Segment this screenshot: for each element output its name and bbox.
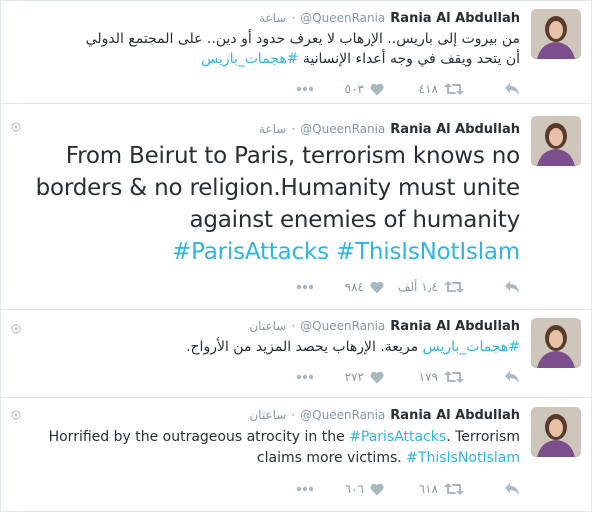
retweet-icon bbox=[444, 281, 464, 293]
conversation-dot-icon bbox=[11, 324, 21, 334]
user-handle[interactable]: @QueenRania bbox=[300, 11, 385, 25]
like-count: ٢٧٢ bbox=[344, 370, 364, 384]
separator-dot: · bbox=[291, 408, 296, 422]
tweet[interactable]: Rania Al Abdullah @QueenRania · ساعة من … bbox=[0, 0, 592, 104]
tweet-text: من بيروت إلى باريس.. الإرهاب لا يعرف حدو… bbox=[86, 29, 520, 69]
avatar[interactable] bbox=[531, 9, 581, 59]
tweet-header: Rania Al Abdullah @QueenRania · ساعتان bbox=[249, 406, 520, 424]
retweet-button[interactable]: ١٧٩ bbox=[384, 370, 464, 384]
separator-dot: · bbox=[291, 319, 296, 333]
reply-icon bbox=[505, 83, 519, 95]
more-button[interactable] bbox=[284, 86, 314, 92]
reply-icon bbox=[505, 281, 519, 293]
more-icon bbox=[296, 284, 314, 290]
hashtag-link[interactable]: #ParisAttacks bbox=[349, 429, 446, 445]
conversation-dot-icon bbox=[11, 410, 21, 420]
user-handle[interactable]: @QueenRania bbox=[300, 408, 385, 422]
user-handle[interactable]: @QueenRania bbox=[300, 122, 385, 136]
display-name[interactable]: Rania Al Abdullah bbox=[390, 319, 520, 334]
reply-icon bbox=[505, 371, 519, 383]
reply-button[interactable] bbox=[464, 280, 520, 294]
retweet-icon bbox=[444, 83, 464, 95]
separator-dot: · bbox=[291, 11, 296, 25]
reply-button[interactable] bbox=[464, 82, 520, 96]
like-button[interactable]: ٦٠٦ bbox=[314, 482, 384, 496]
reply-button[interactable] bbox=[464, 370, 520, 384]
timestamp[interactable]: ساعتان bbox=[249, 319, 286, 333]
tweet-actions: ٤١٨ ٥٠٣ bbox=[284, 80, 520, 98]
reply-button[interactable] bbox=[464, 482, 520, 496]
avatar-image bbox=[531, 116, 581, 166]
tweet-header: Rania Al Abdullah @QueenRania · ساعة bbox=[259, 9, 520, 27]
display-name[interactable]: Rania Al Abdullah bbox=[390, 408, 520, 423]
timestamp[interactable]: ساعتان bbox=[249, 408, 286, 422]
timestamp[interactable]: ساعة bbox=[259, 11, 286, 25]
tweet-text-line: against enemies of humanity bbox=[189, 207, 520, 233]
retweet-button[interactable]: ٦١٨ bbox=[384, 482, 464, 496]
tweet-text: #هجمات_باريس مريعة. الإرهاب يحصد المزيد … bbox=[186, 337, 520, 357]
tweet[interactable]: Rania Al Abdullah @QueenRania · ساعة Fro… bbox=[0, 104, 592, 310]
tweet-text-line: claims more victims. #ThisIsNotIslam bbox=[256, 450, 520, 466]
like-count: ٩٨٤ bbox=[344, 280, 364, 294]
tweet-text-line: Horrified by the outrageous atrocity in … bbox=[48, 429, 520, 445]
like-count: ٦٠٦ bbox=[344, 482, 364, 496]
more-button[interactable] bbox=[284, 486, 314, 492]
tweet-text-line: From Beirut to Paris, terrorism knows no bbox=[65, 143, 520, 169]
avatar[interactable] bbox=[531, 407, 581, 457]
tweet-text-line: من بيروت إلى باريس.. الإرهاب لا يعرف حدو… bbox=[85, 31, 520, 47]
display-name[interactable]: Rania Al Abdullah bbox=[390, 122, 520, 137]
hashtag-link[interactable]: #هجمات_باريس bbox=[423, 339, 520, 355]
timestamp[interactable]: ساعة bbox=[259, 122, 286, 136]
display-name[interactable]: Rania Al Abdullah bbox=[390, 11, 520, 26]
like-button[interactable]: ٢٧٢ bbox=[314, 370, 384, 384]
more-icon bbox=[296, 486, 314, 492]
avatar[interactable] bbox=[531, 318, 581, 368]
avatar-image bbox=[531, 407, 581, 457]
tweet-text-line: borders & no religion.Humanity must unit… bbox=[35, 175, 521, 201]
tweet-actions: ١٧٩ ٢٧٢ bbox=[284, 368, 520, 386]
user-handle[interactable]: @QueenRania bbox=[300, 319, 385, 333]
avatar[interactable] bbox=[531, 116, 581, 166]
heart-icon bbox=[370, 83, 384, 95]
hashtag-link[interactable]: #هجمات_باريس bbox=[201, 51, 298, 67]
retweet-count: ٤١٨ bbox=[418, 82, 438, 96]
retweet-count: ٦١٨ bbox=[418, 482, 438, 496]
heart-icon bbox=[370, 371, 384, 383]
retweet-button[interactable]: ١٫٤ ألف bbox=[384, 280, 464, 294]
heart-icon bbox=[370, 281, 384, 293]
more-button[interactable] bbox=[284, 284, 314, 290]
like-button[interactable]: ٥٠٣ bbox=[314, 82, 384, 96]
more-icon bbox=[296, 374, 314, 380]
retweet-icon bbox=[444, 371, 464, 383]
tweet-header: Rania Al Abdullah @QueenRania · ساعتان bbox=[249, 317, 520, 335]
tweet-header: Rania Al Abdullah @QueenRania · ساعة bbox=[259, 120, 520, 138]
like-count: ٥٠٣ bbox=[344, 82, 364, 96]
like-button[interactable]: ٩٨٤ bbox=[314, 280, 384, 294]
hashtag-link[interactable]: #ParisAttacks bbox=[172, 239, 329, 265]
more-button[interactable] bbox=[284, 374, 314, 380]
retweet-icon bbox=[444, 483, 464, 495]
tweet-text-line: #هجمات_باريس مريعة. الإرهاب يحصد المزيد … bbox=[186, 339, 520, 355]
tweet-text-line: أن يتحد ويقف في وجه أعداء الإنسانية #هجم… bbox=[201, 51, 520, 67]
separator-dot: · bbox=[291, 122, 296, 136]
hashtag-link[interactable]: #ThisIsNotIslam bbox=[336, 239, 520, 265]
tweet-text: From Beirut to Paris, terrorism knows no… bbox=[35, 140, 521, 268]
tweet[interactable]: Rania Al Abdullah @QueenRania · ساعتان H… bbox=[0, 398, 592, 512]
tweet-text-line: #ParisAttacks #ThisIsNotIslam bbox=[36, 236, 520, 268]
avatar-image bbox=[531, 318, 581, 368]
heart-icon bbox=[370, 483, 384, 495]
hashtag-link[interactable]: #ThisIsNotIslam bbox=[406, 450, 520, 466]
tweet-actions: ٦١٨ ٦٠٦ bbox=[284, 480, 520, 498]
more-icon bbox=[296, 86, 314, 92]
retweet-button[interactable]: ٤١٨ bbox=[384, 82, 464, 96]
tweet-text: Horrified by the outrageous atrocity in … bbox=[49, 427, 520, 469]
avatar-image bbox=[531, 9, 581, 59]
reply-icon bbox=[505, 483, 519, 495]
tweet-actions: ١٫٤ ألف ٩٨٤ bbox=[284, 278, 520, 296]
retweet-count: ١٧٩ bbox=[418, 370, 438, 384]
tweet[interactable]: Rania Al Abdullah @QueenRania · ساعتان #… bbox=[0, 310, 592, 398]
conversation-dot-icon bbox=[11, 122, 21, 132]
tweet-timeline: Rania Al Abdullah @QueenRania · ساعة من … bbox=[0, 0, 594, 512]
retweet-count: ١٫٤ ألف bbox=[397, 280, 438, 294]
